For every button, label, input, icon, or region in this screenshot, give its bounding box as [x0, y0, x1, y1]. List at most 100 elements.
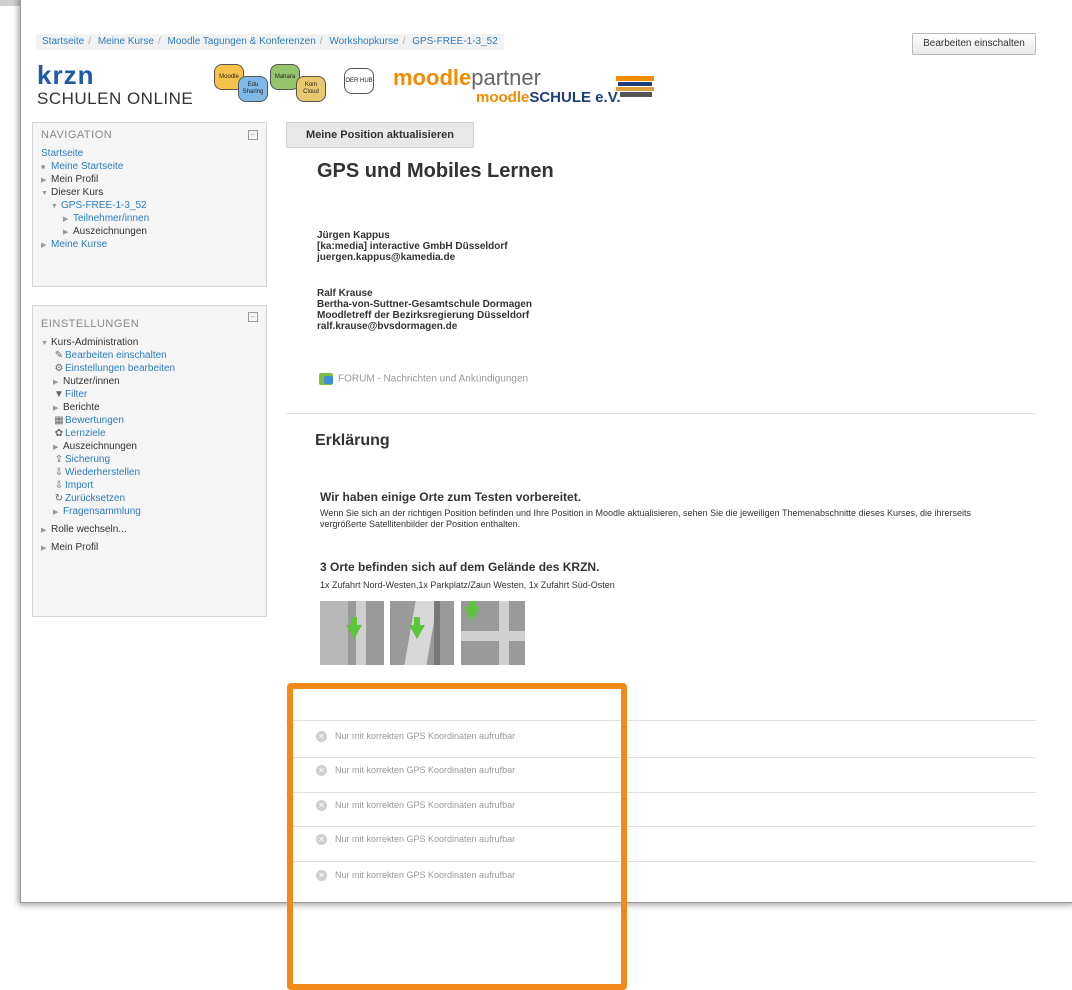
collapse-icon[interactable]: – [248, 312, 258, 322]
settings-restore-label[interactable]: Wiederherstellen [65, 467, 140, 478]
gear-icon: ⚙ [54, 363, 64, 374]
satellite-thumbnail-3[interactable] [461, 601, 525, 665]
nav-participants[interactable]: ▶ Teilnehmer/innen [41, 212, 266, 225]
settings-reports-label[interactable]: Berichte [63, 402, 100, 413]
nav-course-label[interactable]: GPS-FREE-1-3_52 [61, 200, 147, 211]
author1-name: Jürgen Kappus [317, 230, 390, 241]
settings-header: EINSTELLUNGEN – [33, 312, 266, 336]
nav-my-home[interactable]: ■ Meine Startseite [41, 160, 266, 173]
breadcrumb-home[interactable]: Startseite [42, 36, 84, 47]
explanation-text: Wenn Sie sich an der richtigen Position … [320, 508, 972, 529]
breadcrumb-my-courses[interactable]: Meine Kurse [98, 36, 154, 47]
settings-backup-label[interactable]: Sicherung [65, 454, 110, 465]
settings-badges[interactable]: ▶ Auszeichnungen [53, 440, 266, 453]
filter-icon: ▼ [54, 389, 64, 400]
settings-filter[interactable]: ▼Filter [53, 388, 266, 401]
heading-krzn-locations: 3 Orte befinden sich auf dem Gelände des… [320, 560, 600, 574]
settings-reset-label[interactable]: Zurücksetzen [65, 493, 125, 504]
section-divider [286, 413, 1036, 414]
settings-grades-label[interactable]: Bewertungen [65, 415, 124, 426]
settings-edit-settings[interactable]: ⚙ Einstellungen bearbeiten [53, 362, 266, 375]
update-position-button[interactable]: Meine Position aktualisieren [286, 122, 474, 148]
author2-email[interactable]: ralf.krause@bvsdormagen.de [317, 321, 532, 332]
settings-users[interactable]: ▶ Nutzer/innen [53, 375, 266, 388]
section-title: Erklärung [315, 432, 390, 449]
navigation-title: NAVIGATION [41, 129, 113, 141]
satellite-thumbnail-1[interactable] [320, 601, 384, 665]
forum-label[interactable]: FORUM - Nachrichten und Ankündigungen [338, 374, 528, 385]
settings-switch-role-label[interactable]: Rolle wechseln... [51, 524, 127, 535]
navigation-header: NAVIGATION – [33, 123, 266, 147]
nav-my-courses[interactable]: ▶ Meine Kurse [41, 238, 266, 251]
locations-list: 1x Zufahrt Nord-Westen,1x Parkplatz/Zaun… [320, 580, 615, 590]
nav-course[interactable]: ▼ GPS-FREE-1-3_52 [41, 199, 266, 212]
settings-users-label[interactable]: Nutzer/innen [63, 376, 120, 387]
backup-icon: ⇪ [54, 454, 64, 465]
settings-outcomes[interactable]: ✿ Lernziele [53, 427, 266, 440]
settings-backup[interactable]: ⇪ Sicherung [53, 453, 266, 466]
author1-email[interactable]: juergen.kappus@kamedia.de [317, 252, 508, 263]
satellite-thumbnail-2[interactable] [390, 601, 454, 665]
settings-question-bank[interactable]: ▶ Fragensammlung [53, 505, 266, 518]
krzn-logo[interactable]: krzn [37, 62, 94, 88]
settings-my-profile[interactable]: ▶ Mein Profil [41, 541, 266, 554]
nav-profile[interactable]: ▶ Mein Profil [41, 173, 266, 186]
restore-icon: ⇩ [54, 467, 64, 478]
nav-this-course-label[interactable]: Dieser Kurs [51, 187, 103, 198]
author2-school: Bertha-von-Suttner-Gesamtschule Dormagen [317, 299, 533, 310]
nav-badges[interactable]: ▶ Auszeichnungen [41, 225, 266, 238]
author-info-2: Ralf Krause Bertha-von-Suttner-Gesamtsch… [317, 288, 532, 332]
navigation-block: NAVIGATION – Startseite ■ Meine Startseit… [32, 122, 267, 287]
nav-my-home-label[interactable]: Meine Startseite [51, 161, 123, 172]
settings-block: EINSTELLUNGEN – ▼ Kurs-Administration ✎ Be… [32, 305, 267, 617]
orange-highlight-box [287, 683, 627, 990]
page-title: GPS und Mobiles Lernen [317, 160, 554, 182]
settings-course-admin-label[interactable]: Kurs-Administration [51, 337, 138, 348]
nav-home-label[interactable]: Startseite [41, 148, 83, 159]
nav-profile-label[interactable]: Mein Profil [51, 174, 98, 185]
settings-reports[interactable]: ▶ Berichte [53, 401, 266, 414]
settings-import[interactable]: ⇩ Import [53, 479, 266, 492]
partner-logo-part-b: partner [471, 65, 541, 90]
author2-name: Ralf Krause [317, 288, 373, 299]
edu-sharing-badge[interactable]: Edu Sharing [238, 76, 268, 102]
nav-participants-label[interactable]: Teilnehmer/innen [73, 213, 149, 224]
settings-title: EINSTELLUNGEN [41, 318, 140, 330]
author1-company: [ka:media] interactive GmbH Düsseldorf [317, 241, 508, 252]
settings-import-label[interactable]: Import [65, 480, 93, 491]
breadcrumb-course[interactable]: GPS-FREE-1-3_52 [412, 36, 498, 47]
nav-this-course[interactable]: ▼ Dieser Kurs [41, 186, 266, 199]
collapse-icon[interactable]: – [248, 130, 258, 140]
partner-logo-part-a: moodle [393, 65, 472, 90]
settings-my-profile-label[interactable]: Mein Profil [51, 542, 98, 553]
settings-edit-on[interactable]: ✎ Bearbeiten einschalten [53, 349, 266, 362]
breadcrumb-category[interactable]: Moodle Tagungen & Konferenzen [168, 36, 316, 47]
schule-logo-part-a: moodle [476, 89, 530, 106]
heading-test-locations: Wir haben einige Orte zum Testen vorbere… [320, 490, 582, 504]
forum-link[interactable]: FORUM - Nachrichten und Ankündigungen [319, 373, 528, 385]
edit-mode-button[interactable]: Bearbeiten einschalten [912, 33, 1036, 55]
settings-grades[interactable]: ▦Bewertungen [53, 414, 266, 427]
settings-restore[interactable]: ⇩ Wiederherstellen [53, 466, 266, 479]
nav-badges-label[interactable]: Auszeichnungen [73, 226, 147, 237]
nav-my-courses-label[interactable]: Meine Kurse [51, 239, 107, 250]
settings-filter-label[interactable]: Filter [65, 389, 87, 400]
schule-logo-part-b: SCHULE e.V. [529, 89, 621, 106]
moodle-schule-logo: moodleSCHULE e.V. [476, 89, 621, 106]
breadcrumb: Startseite / Meine Kurse / Moodle Tagungen… [36, 34, 504, 50]
author2-moodletreff: Moodletreff der Bezirksregierung Düsseld… [317, 310, 530, 321]
settings-edit-on-label[interactable]: Bearbeiten einschalten [65, 350, 167, 361]
settings-reset[interactable]: ↻ Zurücksetzen [53, 492, 266, 505]
settings-outcomes-label[interactable]: Lernziele [65, 428, 106, 439]
settings-switch-role[interactable]: ▶ Rolle wechseln... [41, 523, 266, 536]
nav-home[interactable]: Startseite [41, 147, 266, 160]
settings-edit-settings-label[interactable]: Einstellungen bearbeiten [65, 363, 175, 374]
breadcrumb-workshops[interactable]: Workshopkurse [329, 36, 398, 47]
oer-hub-badge[interactable]: OER HUB [344, 68, 374, 94]
settings-badges-label[interactable]: Auszeichnungen [63, 441, 137, 452]
kom-cloud-badge[interactable]: Kom Cloud [296, 76, 326, 102]
settings-question-bank-label[interactable]: Fragensammlung [63, 506, 141, 517]
pencil-icon: ✎ [54, 350, 64, 361]
import-icon: ⇩ [54, 480, 64, 491]
settings-course-admin[interactable]: ▼ Kurs-Administration [41, 336, 266, 349]
